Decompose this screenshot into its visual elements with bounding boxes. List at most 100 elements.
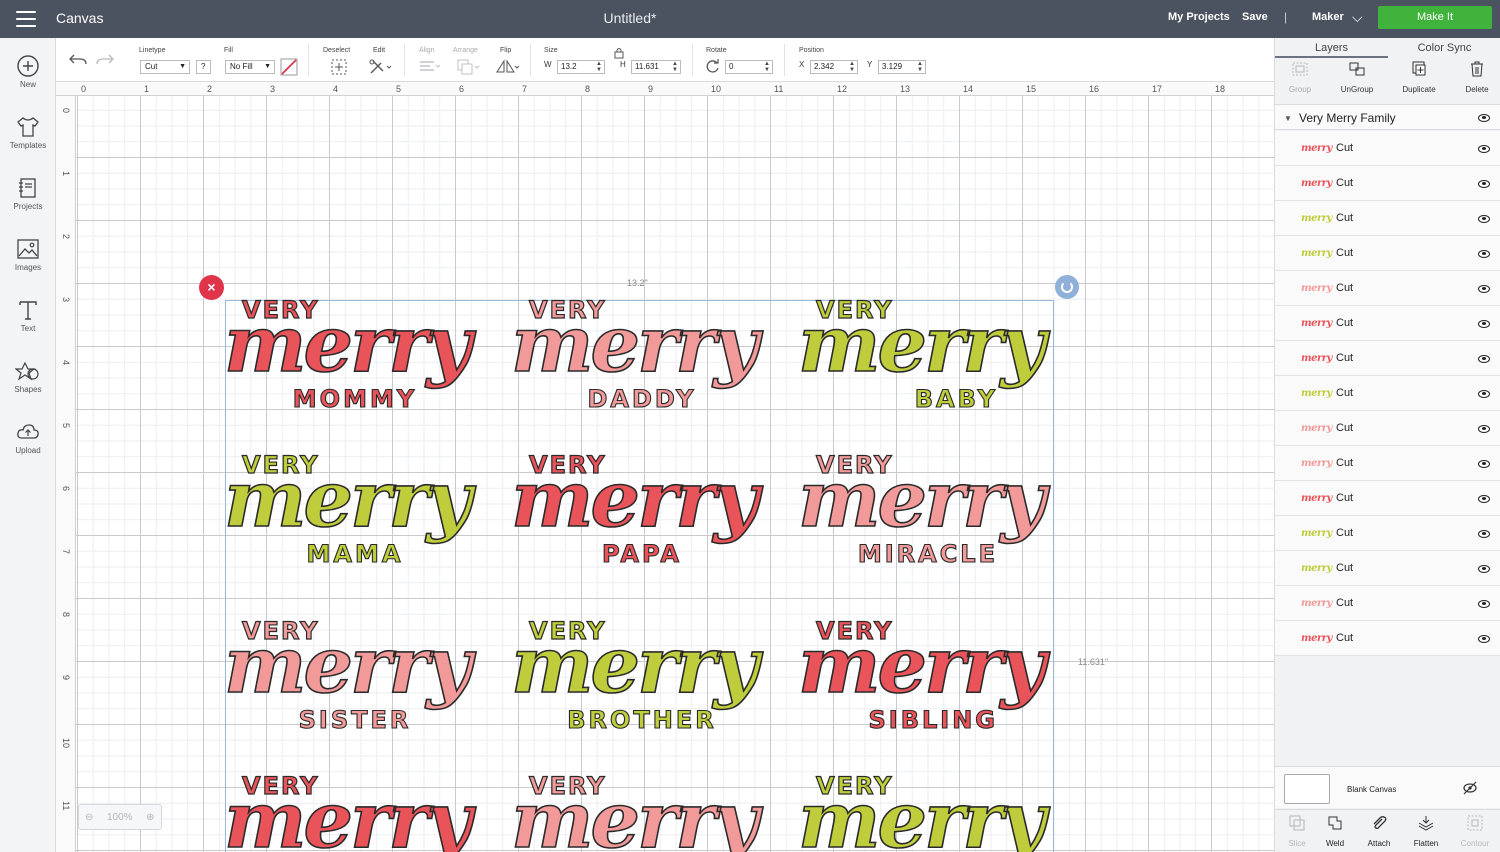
tab-layers[interactable]: Layers bbox=[1275, 38, 1388, 58]
document-title[interactable]: Untitled* bbox=[560, 10, 700, 26]
layer-row[interactable]: merry Cut bbox=[1275, 516, 1500, 551]
y-position-input[interactable]: 3.129 ▲ ▼ bbox=[878, 60, 926, 74]
arrange-icon[interactable] bbox=[456, 58, 482, 76]
align-icon[interactable] bbox=[418, 59, 442, 75]
layer-row[interactable]: merry Cut bbox=[1275, 446, 1500, 481]
fill-color-swatch-icon[interactable] bbox=[280, 58, 298, 76]
templates-button[interactable]: Templates bbox=[0, 115, 56, 150]
stepper-icon[interactable]: ▲ ▼ bbox=[917, 61, 923, 73]
stepper-icon[interactable]: ▲ ▼ bbox=[596, 61, 602, 73]
layer-row[interactable]: merry Cut bbox=[1275, 306, 1500, 341]
visibility-eye-icon[interactable] bbox=[1478, 250, 1490, 258]
dropdown-arrow-icon: ▼ bbox=[264, 63, 271, 70]
layer-row[interactable]: merry Cut bbox=[1275, 411, 1500, 446]
design-very-merry[interactable]: VERY merry BABY bbox=[797, 295, 1060, 418]
design-canvas[interactable]: 0 1 2 3 4 5 6 7 8 9 10 11 12 13 14 15 16 17 18 01234567891… bbox=[56, 82, 1274, 852]
my-projects-link[interactable]: My Projects bbox=[1168, 11, 1230, 23]
design-very-merry[interactable]: VERY merry SISTER bbox=[223, 616, 486, 739]
width-input[interactable]: 13.2 ▲ ▼ bbox=[557, 60, 605, 74]
layer-row[interactable]: merry Cut bbox=[1275, 341, 1500, 376]
group-button[interactable]: Group bbox=[1272, 61, 1328, 94]
canvas-color-swatch[interactable] bbox=[1284, 774, 1330, 804]
visibility-eye-icon[interactable] bbox=[1478, 635, 1490, 643]
design-very-merry[interactable]: VERY merry bbox=[797, 771, 1060, 852]
visibility-eye-icon[interactable] bbox=[1478, 145, 1490, 153]
hamburger-menu-icon[interactable] bbox=[16, 11, 36, 27]
fill-select[interactable]: No Fill ▼ bbox=[225, 60, 275, 74]
linetype-help-button[interactable]: ? bbox=[196, 60, 211, 74]
redo-icon[interactable] bbox=[95, 52, 115, 68]
delete-button[interactable]: Delete bbox=[1449, 61, 1500, 94]
visibility-eye-icon[interactable] bbox=[1478, 320, 1490, 328]
visibility-eye-icon[interactable] bbox=[1478, 600, 1490, 608]
design-very-merry[interactable]: VERY merry MAMA bbox=[223, 450, 486, 573]
layer-row[interactable]: merry Cut bbox=[1275, 201, 1500, 236]
flip-icon[interactable] bbox=[495, 58, 521, 76]
stepper-icon[interactable]: ▲ ▼ bbox=[764, 61, 770, 73]
stepper-icon[interactable]: ▲ ▼ bbox=[672, 61, 678, 73]
design-very-merry[interactable]: VERY merry MOMMY bbox=[223, 295, 486, 418]
rotate-input[interactable]: 0 ▲ ▼ bbox=[725, 60, 773, 74]
lock-icon[interactable] bbox=[614, 47, 624, 59]
images-button[interactable]: Images bbox=[0, 237, 56, 272]
layer-row[interactable]: merry Cut bbox=[1275, 131, 1500, 166]
tab-color-sync[interactable]: Color Sync bbox=[1388, 38, 1500, 58]
collapse-triangle-icon[interactable]: ▼ bbox=[1284, 114, 1292, 123]
design-very-merry[interactable]: VERY merry bbox=[223, 771, 486, 852]
visibility-eye-icon[interactable] bbox=[1478, 285, 1490, 293]
make-it-button[interactable]: Make It bbox=[1378, 6, 1492, 29]
duplicate-button[interactable]: Duplicate bbox=[1391, 61, 1447, 94]
edit-tools-icon[interactable] bbox=[368, 58, 392, 76]
visibility-eye-icon[interactable] bbox=[1478, 180, 1490, 188]
save-button[interactable]: Save bbox=[1242, 11, 1268, 23]
visibility-eye-icon[interactable] bbox=[1478, 460, 1490, 468]
deselect-icon[interactable] bbox=[330, 58, 348, 76]
layer-row[interactable]: merry Cut bbox=[1275, 166, 1500, 201]
machine-selector[interactable]: Maker bbox=[1312, 11, 1344, 23]
weld-button[interactable]: Weld bbox=[1313, 814, 1357, 848]
new-button[interactable]: New bbox=[0, 54, 56, 89]
visibility-eye-icon[interactable] bbox=[1478, 425, 1490, 433]
visibility-eye-icon[interactable] bbox=[1478, 390, 1490, 398]
chevron-down-icon[interactable]: ⌵ bbox=[1352, 9, 1363, 26]
layer-row[interactable]: merry Cut bbox=[1275, 586, 1500, 621]
visibility-eye-icon[interactable] bbox=[1478, 495, 1490, 503]
projects-button[interactable]: Projects bbox=[0, 176, 56, 211]
x-position-input[interactable]: 2.342 ▲ ▼ bbox=[810, 60, 858, 74]
flatten-button[interactable]: Flatten bbox=[1404, 814, 1448, 848]
layer-row[interactable]: merry Cut bbox=[1275, 236, 1500, 271]
layer-row[interactable]: merry Cut bbox=[1275, 551, 1500, 586]
stepper-icon[interactable]: ▲ ▼ bbox=[849, 61, 855, 73]
contour-button[interactable]: Contour bbox=[1453, 814, 1497, 848]
height-input[interactable]: 11.631 ▲ ▼ bbox=[631, 60, 681, 74]
visibility-eye-icon[interactable] bbox=[1478, 114, 1490, 122]
attach-button[interactable]: Attach bbox=[1357, 814, 1401, 848]
design-very-merry[interactable]: VERY merry bbox=[510, 771, 773, 852]
design-very-merry[interactable]: VERY merry MIRACLE bbox=[797, 450, 1060, 573]
close-selection-icon[interactable]: × bbox=[199, 275, 224, 300]
shapes-button[interactable]: Shapes bbox=[0, 359, 56, 394]
visibility-eye-icon[interactable] bbox=[1478, 215, 1490, 223]
layer-row[interactable]: merry Cut bbox=[1275, 481, 1500, 516]
layer-row[interactable]: merry Cut bbox=[1275, 376, 1500, 411]
fill-value: No Fill bbox=[230, 62, 253, 71]
zoom-in-icon[interactable]: ⊕ bbox=[146, 812, 154, 823]
layer-row[interactable]: merry Cut bbox=[1275, 621, 1500, 656]
contour-icon bbox=[1467, 815, 1483, 831]
text-button[interactable]: Text bbox=[0, 298, 56, 333]
zoom-out-icon[interactable]: ⊖ bbox=[85, 812, 93, 823]
ungroup-button[interactable]: UnGroup bbox=[1329, 61, 1385, 94]
visibility-eye-icon[interactable] bbox=[1478, 355, 1490, 363]
layer-row[interactable]: merry Cut bbox=[1275, 271, 1500, 306]
design-very-merry[interactable]: VERY merry DADDY bbox=[510, 295, 773, 418]
hidden-eye-icon[interactable] bbox=[1462, 781, 1478, 795]
design-very-merry[interactable]: VERY merry SIBLING bbox=[797, 616, 1060, 739]
design-very-merry[interactable]: VERY merry BROTHER bbox=[510, 616, 773, 739]
upload-button[interactable]: Upload bbox=[0, 420, 56, 455]
visibility-eye-icon[interactable] bbox=[1478, 530, 1490, 538]
undo-icon[interactable] bbox=[68, 52, 88, 68]
visibility-eye-icon[interactable] bbox=[1478, 565, 1490, 573]
design-very-merry[interactable]: VERY merry PAPA bbox=[510, 450, 773, 573]
layer-group-row[interactable]: ▼ Very Merry Family bbox=[1275, 104, 1500, 130]
linetype-select[interactable]: Cut ▼ bbox=[140, 60, 190, 74]
